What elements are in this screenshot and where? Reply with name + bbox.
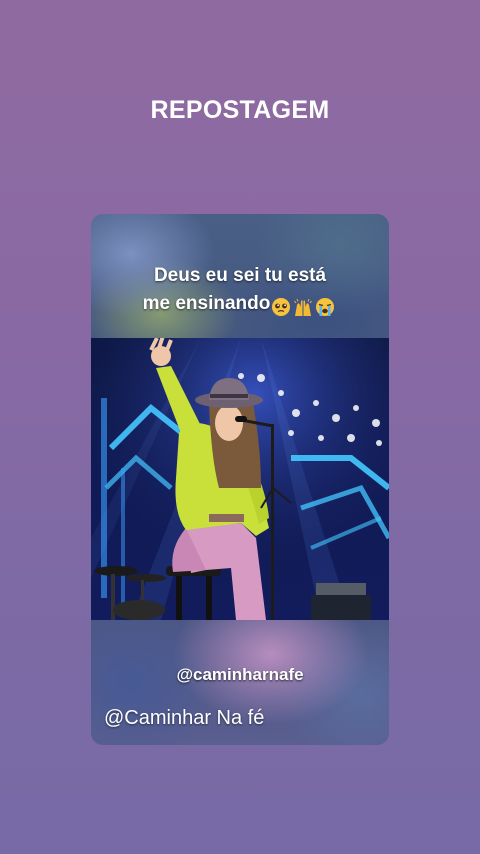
page-title: REPOSTAGEM bbox=[150, 96, 330, 124]
pleading-face-icon bbox=[272, 297, 291, 316]
caption-line-1: Deus eu sei tu está bbox=[153, 265, 327, 286]
post-caption: Deus eu sei tu está me ensinando bbox=[91, 262, 389, 321]
caption-line-2: me ensinando bbox=[142, 293, 271, 314]
caption-line-2-wrapper: me ensinando bbox=[91, 290, 389, 321]
footer-handle: @Caminhar Na fé bbox=[104, 707, 265, 729]
watermark-handle: @caminharnafe bbox=[176, 665, 304, 684]
stage-illustration bbox=[91, 338, 389, 620]
singer-on-stage-image bbox=[91, 338, 389, 620]
raised-hands-icon bbox=[294, 298, 313, 316]
loudly-crying-face-icon bbox=[316, 297, 335, 316]
repost-card[interactable]: Deus eu sei tu está me ensinando @caminh… bbox=[91, 214, 389, 745]
caption-emojis bbox=[271, 293, 337, 321]
